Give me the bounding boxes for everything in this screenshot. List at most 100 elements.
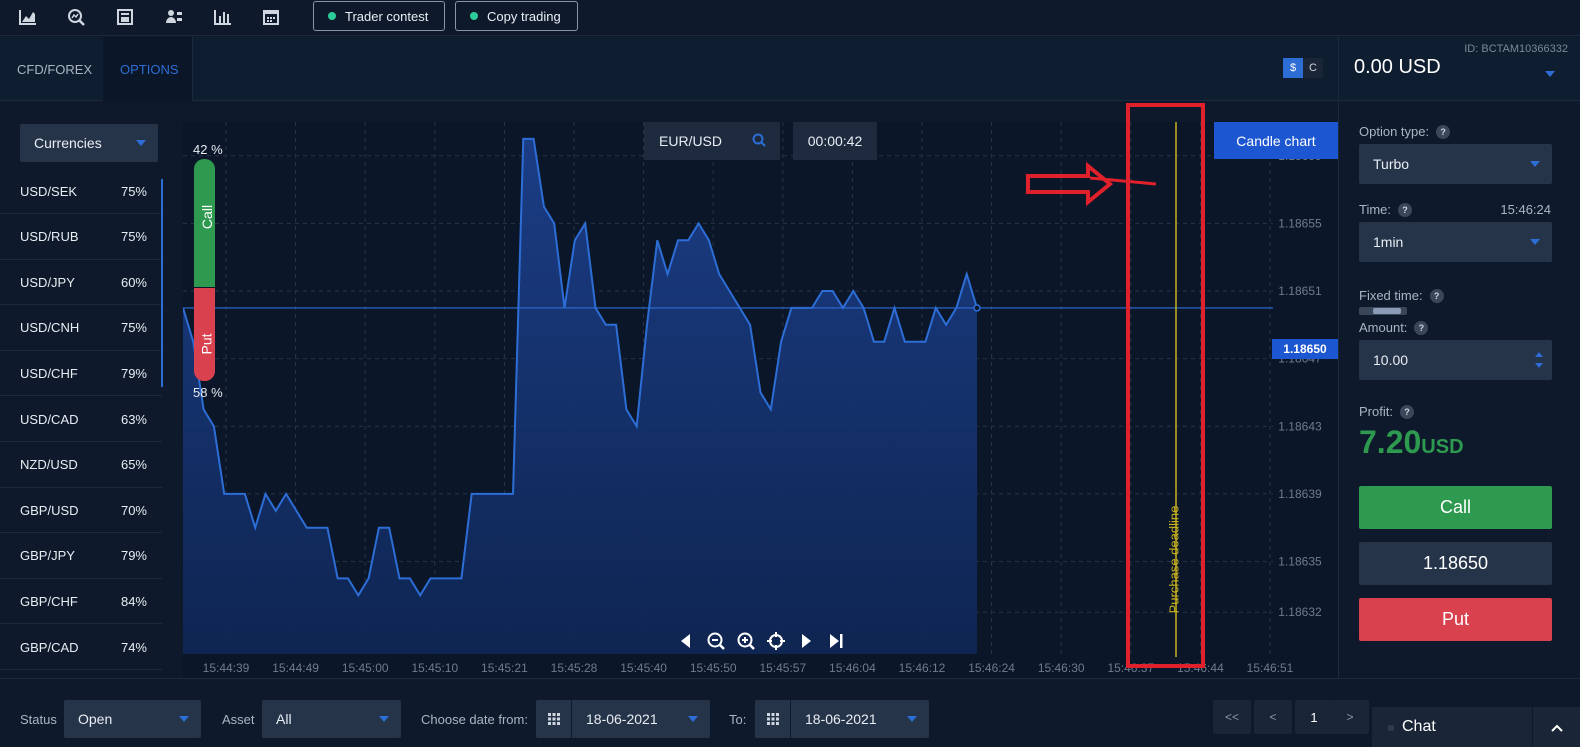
put-percentage: 58 %	[193, 385, 223, 400]
currency-toggle[interactable]: $ C	[1283, 58, 1323, 78]
mode-bar: CFD/FOREX OPTIONS $ C ID: BCTAM10366332 …	[0, 37, 1580, 101]
option-type-select[interactable]: Turbo	[1359, 144, 1552, 184]
date-from-picker[interactable]: 18-06-2021	[536, 700, 710, 738]
asset-row[interactable]: USD/JPY 60%	[0, 260, 162, 306]
asset-name: GBP/JPY	[20, 548, 75, 564]
pager-next-button[interactable]: >	[1331, 700, 1369, 734]
pager-prev-button[interactable]: <	[1254, 700, 1292, 734]
zoom-out-icon[interactable]	[705, 630, 727, 652]
asset-payout: 70%	[120, 502, 147, 518]
status-select[interactable]: Open	[64, 700, 201, 738]
chevron-down-icon	[136, 140, 146, 146]
category-select[interactable]: Currencies	[20, 124, 158, 162]
asset-row[interactable]: GBP/USD 70%	[0, 488, 162, 534]
date-to-picker[interactable]: 18-06-2021	[755, 700, 929, 738]
y-tick-label: 1.18655	[1278, 216, 1322, 230]
profit-amount: 7.20	[1359, 424, 1422, 460]
balance-panel[interactable]: ID: BCTAM10366332 0.00 USD	[1338, 37, 1580, 101]
asset-row[interactable]: NZD/USD 65%	[0, 443, 162, 488]
help-icon[interactable]: ?	[1414, 320, 1429, 335]
copy-trading-button[interactable]: Copy trading	[455, 1, 578, 31]
pager-page-1[interactable]: 1	[1295, 700, 1333, 734]
profit-unit: USD	[1421, 436, 1464, 458]
help-icon[interactable]: ?	[1399, 404, 1414, 419]
asset-row[interactable]: USD/SEK 75%	[0, 169, 162, 214]
profit-value: 7.20 USD	[1359, 424, 1464, 461]
asset-row[interactable]: GBP/CAD 74%	[0, 625, 162, 670]
asset-row[interactable]: GBP/JPY 79%	[0, 534, 162, 579]
chevron-up-icon[interactable]	[1532, 707, 1580, 747]
amount-input[interactable]: 10.00	[1359, 340, 1552, 380]
price-area-fill	[183, 138, 977, 654]
play-icon[interactable]	[795, 630, 817, 652]
current-price-tag: 1.18650	[1272, 339, 1338, 359]
end-icon[interactable]	[825, 630, 847, 652]
asset-row[interactable]: GBP/CHF 84%	[0, 579, 162, 625]
toggle-knob	[1373, 308, 1401, 314]
asset-row[interactable]: USD/RUB 75%	[0, 215, 162, 260]
chevron-down-icon[interactable]	[1545, 71, 1555, 77]
price-display: 1.18650	[1359, 542, 1552, 585]
y-tick-label: 1.18635	[1278, 554, 1322, 568]
x-tick-label: 15:45:57	[759, 661, 806, 675]
server-clock: 15:46:24	[1500, 202, 1551, 217]
put-sentiment-bar: Put	[194, 288, 215, 381]
fixed-time-toggle[interactable]	[1359, 307, 1407, 315]
trader-contest-button[interactable]: Trader contest	[313, 1, 446, 31]
stepper-icon[interactable]	[1534, 348, 1544, 372]
asset-row[interactable]: USD/CAD 63%	[0, 397, 162, 442]
date-from-label: Choose date from:	[421, 712, 528, 727]
bar-chart-icon[interactable]	[211, 6, 235, 28]
prev-icon[interactable]	[675, 630, 697, 652]
chat-status-icon	[1388, 725, 1394, 731]
status-value: Open	[78, 711, 113, 727]
chevron-down-icon	[688, 716, 698, 722]
profit-text: Profit:	[1359, 404, 1393, 419]
crosshair-icon[interactable]	[765, 630, 787, 652]
x-tick-label: 15:45:21	[481, 661, 528, 675]
x-tick-label: 15:44:49	[272, 661, 319, 675]
zoom-in-icon[interactable]	[735, 630, 757, 652]
user-tree-icon[interactable]	[162, 6, 186, 28]
chevron-down-icon	[1530, 161, 1540, 167]
asset-row[interactable]: USD/CNH 75%	[0, 306, 162, 351]
asset-select[interactable]: All	[262, 700, 401, 738]
calendar-grid-icon	[536, 700, 572, 738]
currency-dollar-option[interactable]: $	[1283, 58, 1303, 78]
asset-payout: 75%	[120, 229, 147, 245]
search-chart-icon[interactable]	[64, 6, 88, 28]
asset-payout: 75%	[120, 183, 147, 199]
call-button[interactable]: Call	[1359, 486, 1552, 529]
help-icon[interactable]: ?	[1398, 202, 1413, 217]
help-icon[interactable]: ?	[1429, 288, 1444, 303]
time-select[interactable]: 1min	[1359, 222, 1552, 262]
x-tick-label: 15:45:50	[690, 661, 737, 675]
asset-name: GBP/CAD	[20, 639, 79, 655]
tab-options[interactable]: OPTIONS	[103, 37, 193, 101]
asset-name: GBP/USD	[20, 502, 79, 518]
x-tick-label: 15:46:12	[899, 661, 946, 675]
asset-row[interactable]: USD/CHF 79%	[0, 351, 162, 397]
call-percentage: 42 %	[193, 142, 223, 157]
chat-widget[interactable]: Chat	[1372, 707, 1580, 747]
help-icon[interactable]: ?	[1436, 124, 1451, 139]
tab-cfd-forex[interactable]: CFD/FOREX	[0, 37, 111, 101]
asset-list-scrollbar[interactable]	[161, 179, 163, 387]
amount-text: Amount:	[1359, 320, 1408, 335]
pair-search[interactable]: EUR/USD	[644, 122, 780, 160]
calendar-icon[interactable]	[259, 6, 283, 28]
line-chart-icon[interactable]	[16, 6, 40, 28]
x-tick-label: 15:44:39	[203, 661, 250, 675]
currency-c-option[interactable]: C	[1303, 58, 1323, 78]
pager-first-button[interactable]: <<	[1213, 700, 1251, 734]
chevron-down-icon	[379, 716, 389, 722]
book-icon[interactable]	[113, 6, 137, 28]
asset-payout: 79%	[120, 365, 147, 381]
asset-value: All	[276, 711, 292, 727]
pair-value: EUR/USD	[659, 133, 723, 149]
x-tick-label: 15:45:40	[620, 661, 667, 675]
put-button[interactable]: Put	[1359, 598, 1552, 641]
candle-chart-button[interactable]: Candle chart	[1214, 122, 1338, 159]
chevron-down-icon	[179, 716, 189, 722]
trader-contest-label: Trader contest	[345, 8, 429, 24]
